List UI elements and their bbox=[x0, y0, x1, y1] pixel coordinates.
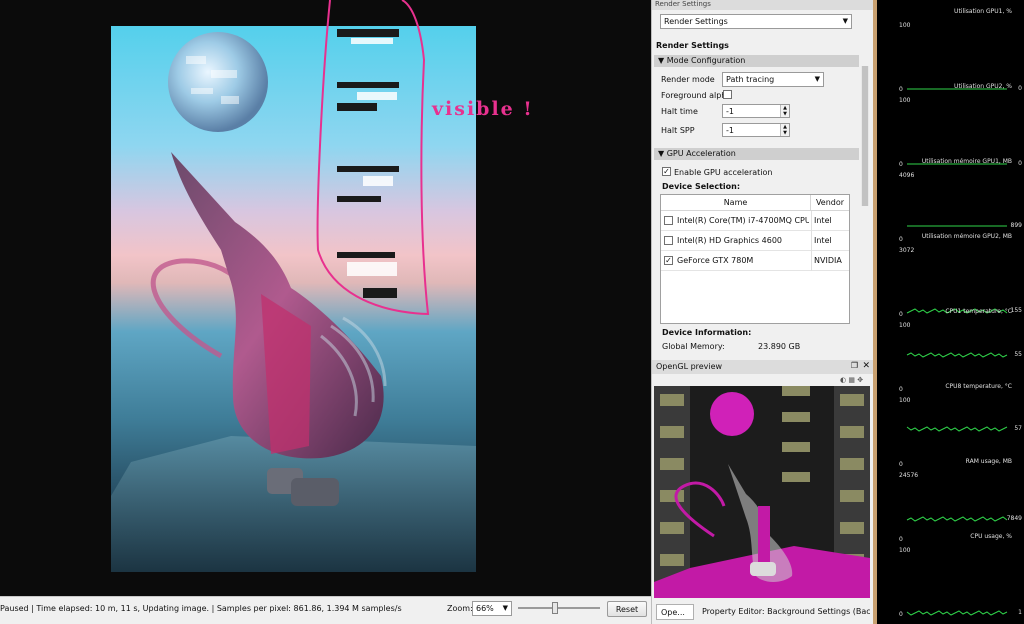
zoom-value: 66% bbox=[476, 604, 494, 613]
reset-button[interactable]: Reset bbox=[607, 601, 647, 617]
preview-header: OpenGL preview ❐ ✕ bbox=[652, 360, 874, 374]
device-vendor: Intel bbox=[814, 236, 832, 245]
tab-opengl-preview[interactable]: Ope... bbox=[656, 604, 694, 620]
section-mode-configuration[interactable]: ▼ Mode Configuration bbox=[654, 55, 859, 67]
render-viewport[interactable]: visible ! bbox=[0, 0, 651, 596]
scrollbar-thumb[interactable] bbox=[862, 66, 868, 206]
monitor-graph: 100CPU usage, %10001 bbox=[877, 533, 1024, 618]
collapse-triangle-icon: ▼ bbox=[658, 56, 667, 65]
column-header-name[interactable]: Name bbox=[661, 195, 811, 211]
settings-heading: Render Settings bbox=[656, 41, 729, 50]
monitor-graph: 100CPU8 temperature, °C100057 bbox=[877, 383, 1024, 468]
halt-spp-label: Halt SPP bbox=[661, 126, 695, 135]
monitor-graph: 4096Utilisation mémoire GPU1, MB40960899 bbox=[877, 158, 1024, 243]
move-icon[interactable]: ✥ bbox=[857, 376, 863, 384]
foreground-alpha-checkbox[interactable] bbox=[723, 90, 732, 99]
monitor-graph: 24576RAM usage, MB2457607849 bbox=[877, 458, 1024, 543]
monitor-graph: 100CPU1 temperature, °C100055 bbox=[877, 308, 1024, 393]
device-name: GeForce GTX 780M bbox=[677, 256, 754, 265]
device-checkbox[interactable]: ✓ bbox=[664, 256, 673, 265]
zoom-slider[interactable] bbox=[518, 602, 600, 614]
settings-selector[interactable]: Render Settings ▼ bbox=[660, 14, 852, 29]
halt-spp-value: -1 bbox=[726, 126, 734, 135]
global-memory-label: Global Memory: bbox=[662, 342, 725, 351]
device-table: Name Vendor Intel(R) Core(TM) i7-4700MQ … bbox=[660, 194, 850, 324]
chevron-down-icon: ▼ bbox=[814, 75, 820, 83]
float-window-icon[interactable]: ❐ bbox=[851, 361, 858, 370]
enable-gpu-checkbox[interactable]: ✓ bbox=[662, 167, 671, 176]
monitor-graph: 3072Utilisation mémoire GPU2, MB30720155 bbox=[877, 233, 1024, 318]
tab-property-editor[interactable]: Property Editor: Background Settings (Ba… bbox=[698, 604, 870, 620]
preview-toolbar: ◐ ▦ ✥ bbox=[840, 376, 863, 384]
close-icon[interactable]: ✕ bbox=[862, 361, 870, 371]
checkmark-icon: ✓ bbox=[665, 256, 672, 265]
device-selection-label: Device Selection: bbox=[662, 182, 741, 191]
settings-scrollbar[interactable] bbox=[861, 66, 869, 206]
enable-gpu-label: Enable GPU acceleration bbox=[674, 168, 773, 177]
annotation-text: visible ! bbox=[432, 98, 534, 120]
device-name: Intel(R) HD Graphics 4600 bbox=[677, 236, 783, 245]
global-memory-value: 23.890 GB bbox=[758, 342, 801, 351]
device-checkbox[interactable] bbox=[664, 236, 673, 245]
device-information-label: Device Information: bbox=[662, 328, 752, 337]
device-row[interactable]: Intel(R) HD Graphics 4600 Intel bbox=[661, 231, 849, 251]
graph-line bbox=[906, 610, 1008, 616]
device-checkbox[interactable] bbox=[664, 216, 673, 225]
column-header-vendor[interactable]: Vendor bbox=[811, 195, 849, 211]
column-divider bbox=[811, 251, 812, 271]
device-vendor: NVIDIA bbox=[814, 256, 842, 265]
device-row[interactable]: ✓ GeForce GTX 780M NVIDIA bbox=[661, 251, 849, 271]
preview-canvas[interactable] bbox=[654, 386, 870, 598]
zoom-slider-handle[interactable] bbox=[552, 602, 558, 614]
foreground-alpha-label: Foreground alpha bbox=[661, 91, 732, 100]
zoom-select[interactable]: 66% ▼ bbox=[472, 601, 512, 616]
settings-selector-value: Render Settings bbox=[664, 17, 728, 26]
section-gpu-acceleration[interactable]: ▼ GPU Acceleration bbox=[654, 148, 859, 160]
preview-title: OpenGL preview bbox=[656, 362, 723, 371]
graph-plot bbox=[906, 610, 1008, 616]
halt-time-spinbox[interactable]: -1 ▲ ▼ bbox=[722, 104, 790, 118]
halt-time-label: Halt time bbox=[661, 107, 698, 116]
system-monitor: 100Utilisation GPU1, %10000100Utilisatio… bbox=[873, 0, 1024, 624]
halt-spp-spinbox[interactable]: -1 ▲ ▼ bbox=[722, 123, 790, 137]
render-mode-label: Render mode bbox=[661, 75, 715, 84]
preview-scene bbox=[654, 386, 870, 598]
section-title: GPU Acceleration bbox=[666, 149, 736, 158]
status-text: Paused | Time elapsed: 10 m, 11 s, Updat… bbox=[0, 604, 402, 613]
monitor-graph: 100Utilisation GPU1, %10000 bbox=[877, 8, 1024, 93]
checkmark-icon: ✓ bbox=[663, 167, 670, 176]
grid-icon[interactable]: ▦ bbox=[848, 376, 855, 384]
halt-time-value: -1 bbox=[726, 107, 734, 116]
view-icon[interactable]: ◐ bbox=[840, 376, 846, 384]
render-mode-value: Path tracing bbox=[726, 75, 775, 84]
section-title: Mode Configuration bbox=[666, 56, 746, 65]
spin-arrows-icon[interactable]: ▲ ▼ bbox=[780, 124, 789, 136]
graph-line bbox=[906, 516, 1008, 522]
panel-title: Render Settings bbox=[652, 0, 873, 10]
chevron-down-icon: ▼ bbox=[842, 17, 848, 25]
device-row[interactable]: Intel(R) Core(TM) i7-4700MQ CPU ... Intel bbox=[661, 211, 849, 231]
device-name: Intel(R) Core(TM) i7-4700MQ CPU ... bbox=[677, 216, 809, 225]
column-divider bbox=[811, 231, 812, 251]
monitor-graph: 100Utilisation GPU2, %10000 bbox=[877, 83, 1024, 168]
graph-line bbox=[906, 426, 1008, 432]
render-mode-select[interactable]: Path tracing ▼ bbox=[722, 72, 824, 87]
annotation-stroke bbox=[316, 0, 430, 316]
zoom-label: Zoom: bbox=[447, 604, 473, 613]
opengl-preview-panel: OpenGL preview ❐ ✕ ◐ ▦ ✥ Ope... Property… bbox=[651, 360, 874, 624]
device-vendor: Intel bbox=[814, 216, 832, 225]
graph-line bbox=[906, 352, 1008, 358]
spin-arrows-icon[interactable]: ▲ ▼ bbox=[780, 105, 789, 117]
chevron-down-icon: ▼ bbox=[502, 604, 508, 612]
render-settings-panel: Render Settings Render Settings ▼ Render… bbox=[651, 0, 873, 360]
collapse-triangle-icon: ▼ bbox=[658, 149, 667, 158]
column-divider bbox=[811, 211, 812, 231]
status-bar: Paused | Time elapsed: 10 m, 11 s, Updat… bbox=[0, 596, 651, 624]
